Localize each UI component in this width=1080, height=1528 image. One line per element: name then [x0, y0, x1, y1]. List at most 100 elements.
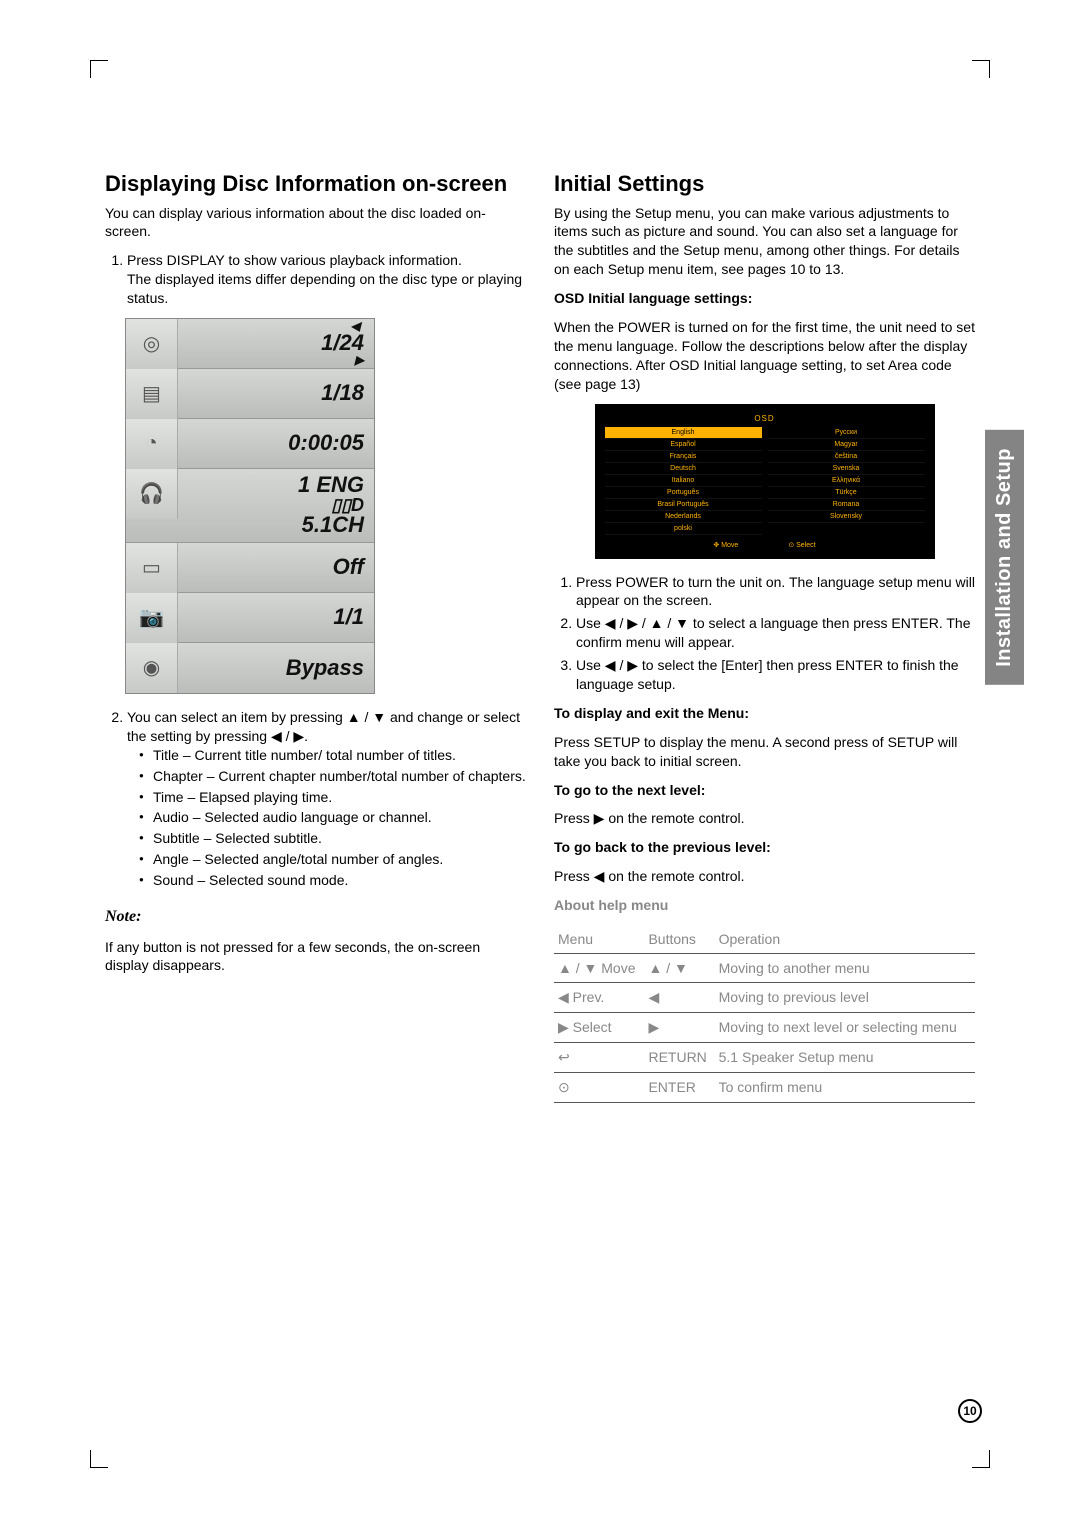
section-tab: Installation and Setup: [985, 430, 1024, 685]
bullet-angle: Angle – Selected angle/total number of a…: [139, 850, 526, 869]
osd-angle-value: 1/1: [178, 593, 374, 642]
help-r4c2: RETURN: [644, 1042, 714, 1072]
help-r1c3: Moving to another menu: [715, 953, 975, 982]
note-body: If any button is not pressed for a few s…: [105, 938, 526, 976]
display-menu-head: To display and exit the Menu:: [554, 705, 749, 721]
help-header-row: Menu Buttons Operation: [554, 925, 975, 954]
bullet-list: Title – Current title number/ total numb…: [127, 746, 526, 890]
bullet-chapter: Chapter – Current chapter number/total n…: [139, 767, 526, 786]
next-level-body: Press ▶ on the remote control.: [554, 809, 975, 828]
bullet-audio: Audio – Selected audio language or chann…: [139, 808, 526, 827]
left-column: Displaying Disc Information on-screen Yo…: [105, 170, 526, 1103]
help-h2: Buttons: [644, 925, 714, 954]
about-help-head: About help menu: [554, 897, 668, 913]
intro-right: By using the Setup menu, you can make va…: [554, 204, 975, 280]
osd-row-subtitle: ▭ Off: [126, 543, 374, 593]
step2-lead: You can select an item by pressing ▲ / ▼…: [127, 709, 520, 744]
steps-left-2: You can select an item by pressing ▲ / ▼…: [105, 708, 526, 890]
osd-chapter-value: 1/18: [178, 369, 374, 418]
rstep3: Use ◀ / ▶ to select the [Enter] then pre…: [576, 656, 975, 694]
osd-subtitle-value: Off: [178, 543, 374, 592]
help-row: ⊙ ENTER To confirm menu: [554, 1072, 975, 1102]
help-r5c3: To confirm menu: [715, 1072, 975, 1102]
osd-audio-ch: 5.1CH: [302, 514, 364, 536]
right-column: Initial Settings By using the Setup menu…: [554, 170, 975, 1103]
display-menu-body: Press SETUP to display the menu. A secon…: [554, 733, 975, 771]
rstep1: Press POWER to turn the unit on. The lan…: [576, 573, 975, 611]
help-r5c2: ENTER: [644, 1072, 714, 1102]
help-r3c2: ▶: [644, 1012, 714, 1042]
bullet-sound: Sound – Selected sound mode.: [139, 871, 526, 890]
osd-sound-value: Bypass: [178, 643, 374, 693]
lang-item: Italiano: [605, 475, 762, 487]
heading-right: Initial Settings: [554, 170, 975, 198]
right-steps: Press POWER to turn the unit on. The lan…: [554, 573, 975, 694]
help-r2c3: Moving to previous level: [715, 982, 975, 1012]
crop-mark: [972, 60, 990, 78]
lang-osd-title: OSD: [605, 414, 925, 423]
help-row: ◀ Prev. ◀ Moving to previous level: [554, 982, 975, 1012]
heading-left: Displaying Disc Information on-screen: [105, 170, 526, 198]
lang-footer: ✥ Move ⊙ Select: [605, 541, 925, 549]
disc-icon: ◎: [126, 319, 178, 369]
osd-lang-body: When the POWER is turned on for the firs…: [554, 318, 975, 394]
crop-mark: [972, 1450, 990, 1468]
page-body: Displaying Disc Information on-screen Yo…: [0, 0, 1080, 1163]
lang-item: polski: [605, 523, 762, 535]
help-r1c1: ▲ / ▼ Move: [554, 953, 644, 982]
lang-item: Español: [605, 439, 762, 451]
lang-item: Romana: [768, 499, 925, 511]
help-r2c1: ◀ Prev.: [554, 982, 644, 1012]
osd-row-angle: 📷 1/1: [126, 593, 374, 643]
clock-icon: ◔: [126, 419, 178, 469]
note-head: Note:: [105, 906, 526, 928]
next-level-head: To go to the next level:: [554, 782, 705, 798]
rstep2: Use ◀ / ▶ / ▲ / ▼ to select a language t…: [576, 614, 975, 652]
lang-item: Русски: [768, 427, 925, 439]
bullet-time: Time – Elapsed playing time.: [139, 788, 526, 807]
help-h3: Operation: [715, 925, 975, 954]
osd-disc-info: ◎ ◀1/24▶ ▤ 1/18 ◔ 0:00:05 🎧 1 ENG ▯▯D 5.…: [125, 318, 375, 694]
help-row: ▶ Select ▶ Moving to next level or selec…: [554, 1012, 975, 1042]
osd-row-time: ◔ 0:00:05: [126, 419, 374, 469]
lang-left-col: English Español Français Deutsch Italian…: [605, 427, 762, 535]
osd-audio-lang: 1 ENG: [298, 474, 364, 496]
osd-row-audio: 🎧 1 ENG ▯▯D 5.1CH: [126, 469, 374, 543]
bullet-subtitle: Subtitle – Selected subtitle.: [139, 829, 526, 848]
lang-item: English: [605, 427, 762, 439]
chapter-icon: ▤: [126, 369, 178, 419]
lang-item: Ελληνικά: [768, 475, 925, 487]
osd-row-chapter: ▤ 1/18: [126, 369, 374, 419]
osd-lang-head: OSD Initial language settings:: [554, 290, 752, 306]
sound-icon: ◉: [126, 643, 178, 693]
help-h1: Menu: [554, 925, 644, 954]
help-r1c2: ▲ / ▼: [644, 953, 714, 982]
lang-item: Français: [605, 451, 762, 463]
language-osd: OSD English Español Français Deutsch Ita…: [595, 404, 935, 559]
help-r2c2: ◀: [644, 982, 714, 1012]
lang-foot-move: ✥ Move: [713, 541, 738, 549]
osd-row-title: ◎ ◀1/24▶: [126, 319, 374, 369]
lang-item: čeština: [768, 451, 925, 463]
help-table: Menu Buttons Operation ▲ / ▼ Move ▲ / ▼ …: [554, 925, 975, 1103]
lang-item: Türkçe: [768, 487, 925, 499]
page-number: 10: [958, 1399, 982, 1423]
crop-mark: [90, 60, 108, 78]
steps-left: Press DISPLAY to show various playback i…: [105, 251, 526, 308]
lang-item: Deutsch: [605, 463, 762, 475]
help-r5c1: ⊙: [554, 1072, 644, 1102]
subtitle-icon: ▭: [126, 543, 178, 593]
crop-mark: [90, 1450, 108, 1468]
lang-item: Slovensky: [768, 511, 925, 523]
angle-icon: 📷: [126, 593, 178, 643]
help-row: ▲ / ▼ Move ▲ / ▼ Moving to another menu: [554, 953, 975, 982]
prev-level-head: To go back to the previous level:: [554, 839, 771, 855]
step1-line1: Press DISPLAY to show various playback i…: [127, 252, 462, 268]
help-r3c3: Moving to next level or selecting menu: [715, 1012, 975, 1042]
lang-right-col: Русски Magyar čeština Svenska Ελληνικά T…: [768, 427, 925, 535]
lang-item: Nederlands: [605, 511, 762, 523]
headphones-icon: 🎧: [126, 469, 178, 519]
step1-line2: The displayed items differ depending on …: [127, 271, 522, 306]
help-row: ↩ RETURN 5.1 Speaker Setup menu: [554, 1042, 975, 1072]
osd-title-value: 1/24: [321, 332, 364, 354]
